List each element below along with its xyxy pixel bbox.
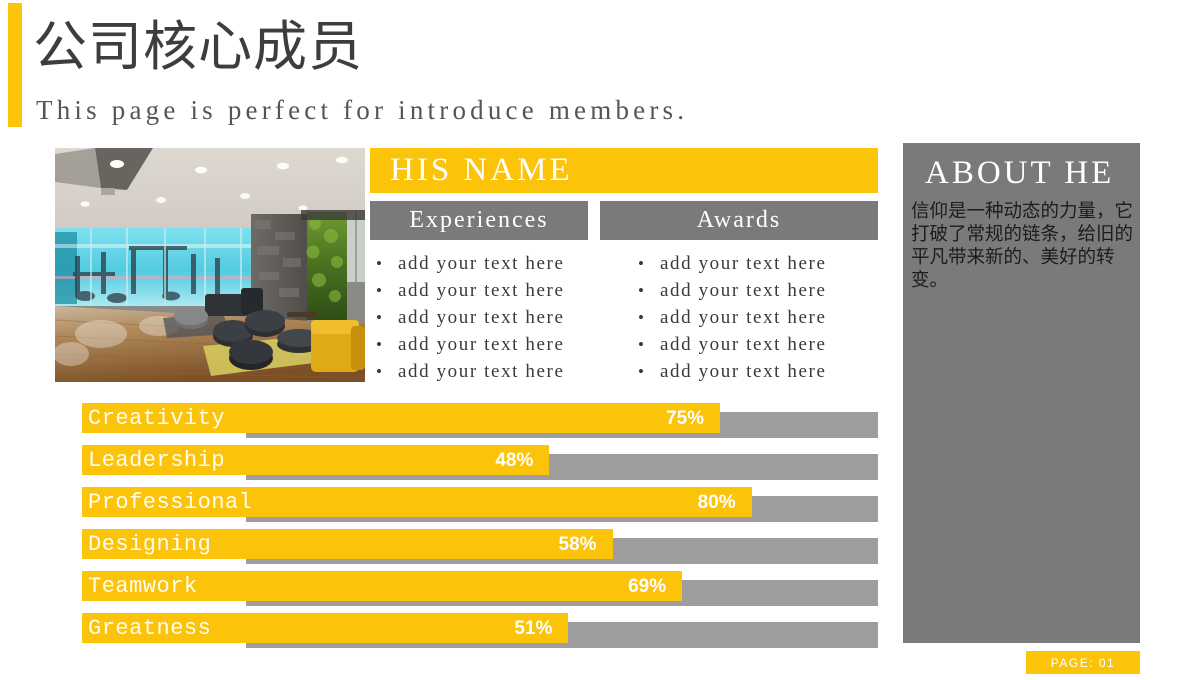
skill-label: Teamwork	[88, 574, 198, 599]
list-item: add your text here	[372, 277, 592, 304]
page-number-badge: PAGE: 01	[1026, 651, 1140, 674]
skill-label: Designing	[88, 532, 212, 557]
member-name-bar: HIS NAME	[370, 148, 878, 193]
skill-row: Teamwork 69%	[0, 566, 1200, 608]
page-subtitle: This page is perfect for introduce membe…	[36, 95, 689, 125]
member-name: HIS NAME	[390, 151, 573, 188]
skill-row: Creativity 75%	[0, 398, 1200, 440]
skill-row: Greatness 51%	[0, 608, 1200, 650]
skill-value: 80%	[697, 492, 736, 513]
skill-value: 75%	[666, 408, 705, 429]
slide-canvas: 公司核心成员 This page is perfect for introduc…	[0, 0, 1200, 680]
skills-chart: Creativity 75% Leadership 48% Profession…	[0, 398, 1200, 650]
list-item: add your text here	[634, 331, 884, 358]
list-item: add your text here	[372, 358, 592, 385]
skill-value: 58%	[558, 534, 597, 555]
about-title: ABOUT HE	[925, 155, 1115, 191]
list-item: add your text here	[634, 250, 884, 277]
list-item: add your text here	[634, 304, 884, 331]
title-accent-bar	[8, 3, 22, 127]
page-title: 公司核心成员	[33, 17, 363, 77]
skill-row: Designing 58%	[0, 524, 1200, 566]
list-item: add your text here	[634, 277, 884, 304]
skill-value: 51%	[514, 618, 553, 639]
list-item: add your text here	[372, 304, 592, 331]
skill-row: Leadership 48%	[0, 440, 1200, 482]
list-item: add your text here	[372, 250, 592, 277]
experiences-list: add your text here add your text here ad…	[372, 250, 592, 385]
list-item: add your text here	[372, 331, 592, 358]
member-photo	[55, 148, 365, 382]
tab-experiences[interactable]: Experiences	[370, 201, 588, 240]
about-body: 信仰是一种动态的力量，它打破了常规的链条，给旧的平凡带来新的、美好的转变。	[911, 202, 1134, 291]
skill-label: Professional	[88, 490, 253, 515]
skill-label: Greatness	[88, 616, 212, 641]
tab-awards[interactable]: Awards	[600, 201, 878, 240]
skill-value: 48%	[495, 450, 534, 471]
skill-label: Leadership	[88, 448, 226, 473]
skill-value: 69%	[628, 576, 667, 597]
awards-list: add your text here add your text here ad…	[634, 250, 884, 385]
skill-row: Professional 80%	[0, 482, 1200, 524]
skill-label: Creativity	[88, 406, 226, 431]
list-item: add your text here	[634, 358, 884, 385]
